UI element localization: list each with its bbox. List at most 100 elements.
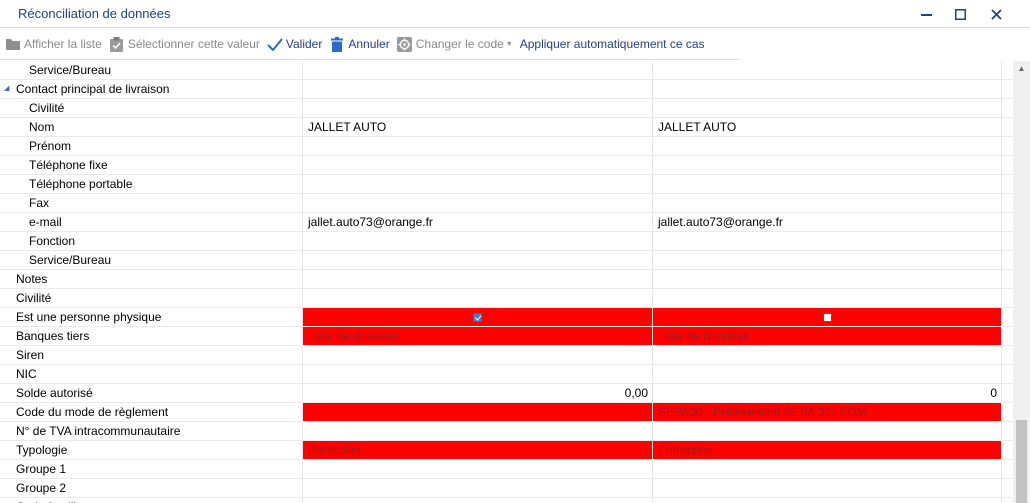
source-value-cell[interactable] — [302, 232, 652, 250]
target-value-cell[interactable] — [652, 232, 1002, 250]
cell-value: JALLET AUTO — [308, 120, 387, 134]
target-value-cell[interactable]: JALLET AUTO — [652, 118, 1002, 136]
field-label-text: Est une personne physique — [16, 310, 162, 324]
table-row[interactable]: Solde autorisé 0,00 0 — [0, 384, 1013, 403]
source-value-cell[interactable] — [302, 80, 652, 98]
target-value-cell[interactable] — [652, 156, 1002, 174]
target-value-cell[interactable] — [652, 61, 1002, 79]
valider-button[interactable]: Valider — [267, 36, 322, 52]
table-row[interactable]: ◢ Contact principal de livraison — [0, 80, 1013, 99]
minimize-button[interactable] — [912, 3, 940, 25]
checkbox-checked-icon[interactable] — [473, 313, 482, 323]
cell-value: jallet.auto73@orange.fr — [308, 215, 433, 229]
selectionner-valeur-label: Sélectionner cette valeur — [127, 37, 260, 51]
target-value-cell[interactable] — [652, 460, 1002, 478]
table-row[interactable]: Fonction — [0, 232, 1013, 251]
table-row[interactable]: Notes — [0, 270, 1013, 289]
source-value-cell[interactable]: jallet.auto73@orange.fr — [302, 213, 652, 231]
source-value-cell[interactable] — [302, 194, 652, 212]
changer-code-button[interactable]: Changer le code ▼ — [397, 36, 513, 52]
target-value-cell[interactable]: Liste de données — [652, 327, 1002, 345]
source-value-cell[interactable]: JALLET AUTO — [302, 118, 652, 136]
table-row[interactable]: Téléphone fixe — [0, 156, 1013, 175]
target-value-cell[interactable]: jallet.auto73@orange.fr — [652, 213, 1002, 231]
table-row[interactable]: Service/Bureau — [0, 61, 1013, 80]
table-row[interactable]: Siren — [0, 346, 1013, 365]
source-value-cell[interactable] — [302, 156, 652, 174]
source-value-cell[interactable]: Particulier — [302, 441, 652, 459]
source-value-cell[interactable] — [302, 460, 652, 478]
target-value-cell[interactable] — [652, 137, 1002, 155]
table-row[interactable]: N° de TVA intracommunautaire — [0, 422, 1013, 441]
appliquer-auto-button[interactable]: Appliquer automatiquement ce cas — [520, 37, 705, 51]
target-value-cell[interactable] — [652, 270, 1002, 288]
table-row[interactable]: Typologie Particulier Entreprise — [0, 441, 1013, 460]
field-label: Prénom — [0, 137, 331, 155]
field-label: Est une personne physique — [0, 308, 318, 326]
target-value-cell[interactable] — [652, 479, 1002, 497]
vertical-scrollbar[interactable]: ▲ — [1013, 61, 1030, 503]
title-bar: Réconciliation de données — [0, 0, 1030, 28]
table-row[interactable]: Civilité — [0, 99, 1013, 118]
target-value-cell[interactable]: Entreprise — [652, 441, 1002, 459]
table-row[interactable]: Fax — [0, 194, 1013, 213]
target-value-cell[interactable]: 0 — [652, 384, 1002, 402]
source-value-cell[interactable] — [302, 422, 652, 440]
target-value-cell[interactable] — [652, 194, 1002, 212]
scroll-up-arrow-icon[interactable]: ▲ — [1013, 61, 1030, 75]
target-value-cell[interactable] — [652, 251, 1002, 269]
source-value-cell[interactable] — [302, 346, 652, 364]
table-row[interactable]: Groupe 1 — [0, 460, 1013, 479]
source-value-cell[interactable] — [302, 175, 652, 193]
target-value-cell[interactable] — [652, 422, 1002, 440]
table-row[interactable]: Est une personne physique — [0, 308, 1013, 327]
field-label-text: NIC — [16, 367, 37, 381]
afficher-liste-button[interactable]: Afficher la liste — [5, 36, 102, 52]
source-value-cell[interactable] — [302, 498, 652, 503]
table-row[interactable]: Civilité — [0, 289, 1013, 308]
source-value-cell[interactable]: Liste de données — [302, 327, 652, 345]
table-row[interactable]: Téléphone portable — [0, 175, 1013, 194]
source-value-cell[interactable] — [302, 61, 652, 79]
source-value-cell[interactable] — [302, 308, 652, 326]
cell-value: JALLET AUTO — [658, 120, 737, 134]
source-value-cell[interactable] — [302, 365, 652, 383]
expand-triangle-icon[interactable]: ◢ — [4, 80, 9, 98]
table-row[interactable]: Code famille — [0, 498, 1013, 503]
target-value-cell[interactable] — [652, 175, 1002, 193]
target-value-cell[interactable] — [652, 80, 1002, 98]
field-label: Groupe 2 — [0, 479, 318, 497]
target-value-cell[interactable] — [652, 346, 1002, 364]
maximize-button[interactable] — [946, 3, 974, 25]
selectionner-valeur-button[interactable]: Sélectionner cette valeur — [109, 36, 260, 52]
table-row[interactable]: Banques tiers Liste de données Liste de do… — [0, 327, 1013, 346]
table-row[interactable]: Groupe 2 — [0, 479, 1013, 498]
target-value-cell[interactable] — [652, 365, 1002, 383]
source-value-cell[interactable] — [302, 99, 652, 117]
annuler-button[interactable]: Annuler — [329, 36, 390, 52]
source-value-cell[interactable] — [302, 289, 652, 307]
field-label-text: Typologie — [16, 443, 68, 457]
scrollbar-thumb[interactable] — [1016, 420, 1027, 503]
table-row[interactable]: e-mail jallet.auto73@orange.fr jallet.auto… — [0, 213, 1013, 232]
cell-value: Particulier — [308, 443, 362, 457]
source-value-cell[interactable] — [302, 479, 652, 497]
target-value-cell[interactable] — [652, 308, 1002, 326]
source-value-cell[interactable] — [302, 137, 652, 155]
target-value-cell[interactable] — [652, 289, 1002, 307]
table-row[interactable]: Code du mode de règlement SEPA30 - Prélèv… — [0, 403, 1013, 422]
target-value-cell[interactable] — [652, 498, 1002, 503]
source-value-cell[interactable] — [302, 270, 652, 288]
close-button[interactable] — [982, 3, 1010, 25]
table-row[interactable]: Prénom — [0, 137, 1013, 156]
target-value-cell[interactable] — [652, 99, 1002, 117]
source-value-cell[interactable] — [302, 251, 652, 269]
table-row[interactable]: Service/Bureau — [0, 251, 1013, 270]
table-row[interactable]: Nom JALLET AUTO JALLET AUTO — [0, 118, 1013, 137]
field-label: Service/Bureau — [0, 251, 331, 269]
checkbox-unchecked-icon[interactable] — [822, 313, 832, 323]
table-row[interactable]: NIC — [0, 365, 1013, 384]
target-value-cell[interactable]: SEPA30 - Prélèvement SEPA 30J FDM — [652, 403, 1002, 421]
source-value-cell[interactable] — [302, 403, 652, 421]
source-value-cell[interactable]: 0,00 — [302, 384, 652, 402]
